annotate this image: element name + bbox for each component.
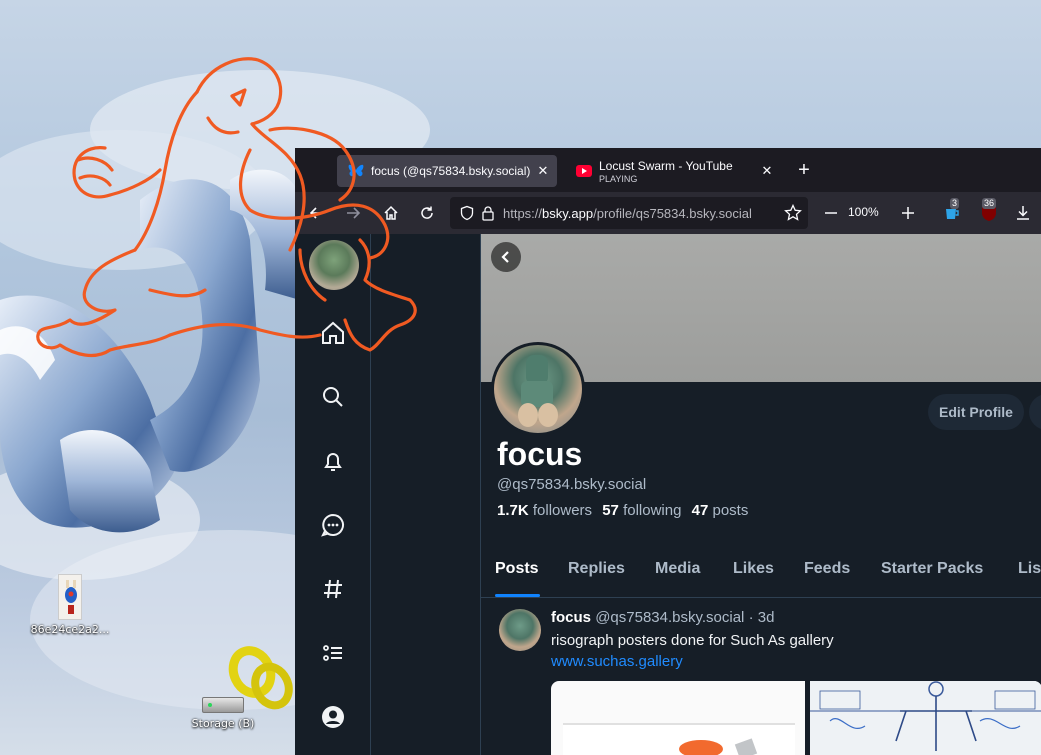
followers-link[interactable]: 1.7K followers — [497, 502, 598, 519]
post-link[interactable]: www.suchas.gallery — [551, 653, 683, 670]
edit-profile-button[interactable]: Edit Profile — [928, 394, 1024, 430]
tab-title-wrap: Locust Swarm - YouTube PLAYING — [599, 159, 757, 184]
tab-posts[interactable]: Posts — [495, 560, 539, 578]
profile-tabs: Posts Replies Media Likes Feeds Starter … — [481, 546, 1041, 598]
tab-title: focus (@qs75834.bsky.social) — — [371, 164, 533, 178]
post-author-name[interactable]: focus — [551, 609, 591, 626]
tab-playing-indicator: PLAYING — [599, 173, 638, 184]
extension-badge: 36 — [982, 198, 997, 209]
home-button[interactable] — [379, 201, 403, 225]
reload-button[interactable] — [415, 201, 439, 225]
profile-handle: @qs75834.bsky.social — [497, 476, 647, 493]
more-options-button[interactable] — [1029, 394, 1041, 430]
following-link[interactable]: 57 following — [602, 502, 687, 519]
tab-youtube[interactable]: Locust Swarm - YouTube PLAYING ✕ — [565, 155, 781, 187]
extension-badge: 3 — [950, 198, 960, 209]
user-avatar[interactable] — [309, 240, 359, 290]
bluesky-page: Edit Profile focus @qs75834.bsky.social … — [295, 234, 1041, 755]
notifications-bell-icon[interactable] — [320, 448, 346, 474]
bookmark-star-icon[interactable] — [781, 201, 805, 225]
zoom-in-button[interactable] — [896, 201, 920, 225]
tab-likes[interactable]: Likes — [733, 560, 774, 578]
new-tab-button[interactable]: + — [791, 158, 817, 184]
bluesky-butterfly-icon — [347, 162, 365, 180]
profile-stats: 1.7K followers 57 following 47 posts — [497, 502, 748, 519]
image-file-icon — [58, 574, 82, 620]
tab-media[interactable]: Media — [655, 560, 700, 578]
chain-link-sticker — [228, 646, 293, 710]
tab-title: Locust Swarm - YouTube — [599, 158, 733, 173]
shield-icon[interactable] — [459, 205, 475, 221]
post-header: focus @qs75834.bsky.social · 3d — [551, 609, 774, 626]
home-icon[interactable] — [320, 320, 346, 346]
lock-icon[interactable] — [481, 205, 495, 221]
address-bar[interactable]: https://bsky.app/profile/qs75834.bsky.so… — [450, 197, 808, 229]
desktop-icon-image-file[interactable]: 86e24ce2a2... — [25, 574, 115, 636]
profile-main-column: Edit Profile focus @qs75834.bsky.social … — [480, 234, 1041, 755]
profile-display-name: focus — [497, 436, 583, 472]
post-author-avatar[interactable] — [499, 609, 541, 651]
browser-window: focus (@qs75834.bsky.social) — ✕ Locust … — [295, 148, 1041, 755]
post-timestamp[interactable]: · 3d — [749, 609, 775, 626]
tab-replies[interactable]: Replies — [568, 560, 625, 578]
tab-bluesky-profile[interactable]: focus (@qs75834.bsky.social) — ✕ — [337, 155, 557, 187]
post-image-1[interactable] — [551, 681, 805, 755]
chat-icon[interactable] — [320, 512, 346, 538]
close-tab-icon[interactable]: ✕ — [533, 163, 553, 179]
post-image-2[interactable] — [810, 681, 1041, 755]
active-tab-indicator — [495, 594, 540, 597]
desktop-icon-label: 86e24ce2a2... — [30, 623, 110, 636]
back-button[interactable] — [305, 201, 329, 225]
zoom-level[interactable]: 100% — [848, 205, 879, 219]
url-text[interactable]: https://bsky.app/profile/qs75834.bsky.so… — [503, 206, 752, 221]
feeds-hashtag-icon[interactable] — [320, 576, 346, 602]
forward-button[interactable] — [341, 201, 365, 225]
tab-starter-packs[interactable]: Starter Packs — [881, 560, 983, 578]
profile-icon[interactable] — [320, 704, 346, 730]
tab-lists[interactable]: Lis — [1018, 560, 1041, 578]
downloads-icon[interactable] — [1011, 201, 1035, 225]
column-gutter — [371, 234, 480, 755]
posts-count: 47 posts — [691, 502, 749, 519]
post-item[interactable]: focus @qs75834.bsky.social · 3d risograp… — [481, 599, 1041, 755]
search-icon[interactable] — [320, 384, 346, 410]
back-arrow-button[interactable] — [491, 242, 521, 272]
youtube-icon — [575, 162, 593, 180]
desktop-icon-label: Storage (B) — [191, 717, 255, 730]
profile-avatar[interactable] — [491, 342, 585, 436]
zoom-out-button[interactable] — [819, 201, 843, 225]
left-navigation — [295, 234, 371, 755]
lists-icon[interactable] — [320, 640, 346, 666]
close-tab-icon[interactable]: ✕ — [757, 163, 777, 179]
post-author-handle[interactable]: @qs75834.bsky.social — [595, 609, 744, 626]
post-text: risograph posters done for Such As galle… — [551, 632, 834, 649]
tab-bar: focus (@qs75834.bsky.social) — ✕ Locust … — [295, 148, 1041, 192]
navigation-toolbar: https://bsky.app/profile/qs75834.bsky.so… — [295, 192, 1041, 234]
tab-feeds[interactable]: Feeds — [804, 560, 850, 578]
